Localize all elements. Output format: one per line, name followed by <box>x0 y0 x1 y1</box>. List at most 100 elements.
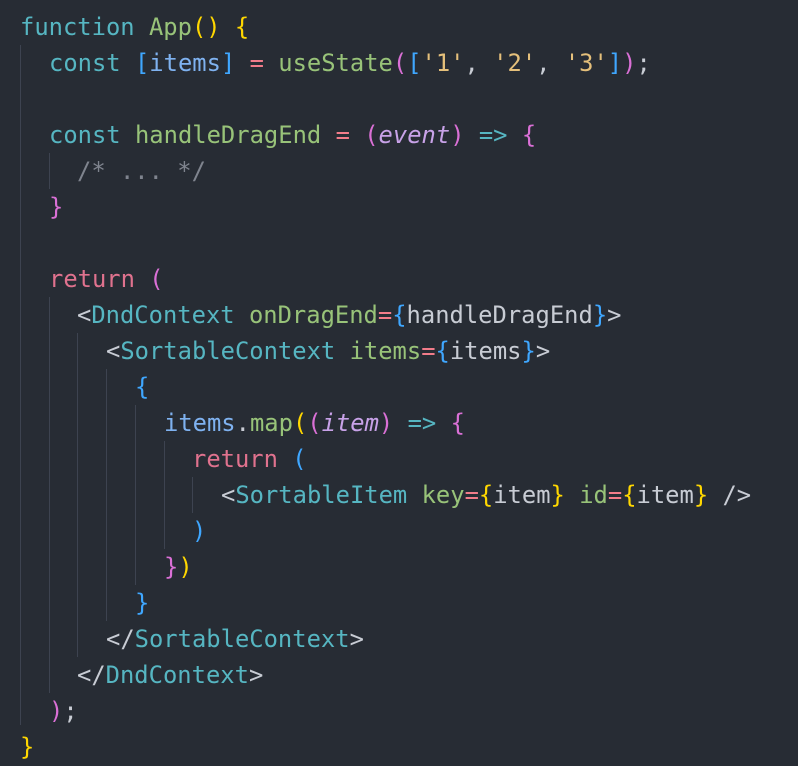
bracket: ] <box>220 49 236 77</box>
paren: () <box>191 13 221 41</box>
paren: ) <box>378 409 394 437</box>
identifier: handleDragEnd <box>134 121 322 149</box>
comment: /* ... */ <box>77 157 206 185</box>
code-line[interactable]: /* ... */ <box>77 153 206 189</box>
code-line[interactable]: }) <box>164 549 193 585</box>
identifier: handleDragEnd <box>406 301 593 329</box>
jsx-tag: DndContext <box>105 661 249 689</box>
comma: , <box>464 49 494 77</box>
semicolon: ; <box>63 697 78 725</box>
jsx-tag: SortableContext <box>120 337 336 365</box>
indent-guide <box>106 369 107 621</box>
tag-bracket: </ <box>106 625 135 653</box>
indent-guide <box>135 405 136 585</box>
operator: = <box>607 481 623 509</box>
keyword: const <box>49 121 121 149</box>
paren: ( <box>307 409 322 437</box>
brace: { <box>135 373 150 401</box>
string-literal: '3' <box>564 49 608 77</box>
code-line[interactable]: <SortableContext items={items}> <box>106 333 550 369</box>
paren: ) <box>450 121 465 149</box>
semicolon: ; <box>636 49 651 77</box>
code-line[interactable]: <SortableItem key={item} id={item} /> <box>221 477 751 513</box>
paren: ( <box>292 445 307 473</box>
code-line[interactable]: ) <box>192 513 206 549</box>
keyword: return <box>192 445 278 473</box>
code-line[interactable]: return ( <box>49 261 164 297</box>
code-line[interactable]: ); <box>49 693 78 729</box>
brace: { <box>234 13 250 41</box>
jsx-tag: SortableItem <box>235 481 408 509</box>
brace: } <box>550 481 565 509</box>
tag-bracket: < <box>106 337 121 365</box>
code-line[interactable]: function App() { <box>20 9 249 45</box>
string-literal: '1' <box>421 49 465 77</box>
identifier: items <box>149 49 221 77</box>
operator: = <box>335 121 350 149</box>
method-call: map <box>249 409 293 437</box>
paren: ) <box>49 697 64 725</box>
operator: = <box>421 337 436 365</box>
paren: ) <box>622 49 637 77</box>
code-line[interactable]: const handleDragEnd = (event) => { <box>49 117 536 153</box>
code-editor[interactable]: function App() { const [ items] = useStat… <box>0 0 798 766</box>
tag-bracket: /> <box>722 481 752 509</box>
brace: { <box>622 481 637 509</box>
code-line[interactable]: </SortableContext> <box>106 621 364 657</box>
jsx-attribute: items <box>349 337 422 365</box>
code-line[interactable]: return ( <box>192 441 307 477</box>
jsx-tag: SortableContext <box>134 625 350 653</box>
tag-bracket: > <box>349 625 364 653</box>
paren: ( <box>292 409 308 437</box>
arrow: => <box>478 121 508 149</box>
brace: { <box>521 121 537 149</box>
indent-guide <box>20 45 21 725</box>
tag-bracket: < <box>221 481 236 509</box>
jsx-attribute: onDragEnd <box>248 301 378 329</box>
code-line[interactable]: { <box>135 369 149 405</box>
bracket: [ <box>407 49 422 77</box>
brace: { <box>450 409 465 437</box>
code-line[interactable]: <DndContext onDragEnd={handleDragEnd}> <box>77 297 621 333</box>
tag-bracket: > <box>607 301 622 329</box>
keyword: return <box>49 265 135 293</box>
indent-guide <box>77 333 78 657</box>
code-line[interactable]: } <box>20 729 34 765</box>
identifier: items <box>449 337 522 365</box>
code-line[interactable]: </DndContext> <box>77 657 263 693</box>
jsx-attribute: key <box>421 481 465 509</box>
operator: = <box>464 481 479 509</box>
identifier: item <box>493 481 551 509</box>
keyword: function <box>20 13 135 41</box>
indent-guide <box>164 441 165 549</box>
parameter: event <box>378 121 451 149</box>
tag-bracket: > <box>535 337 551 365</box>
brace: } <box>20 733 35 761</box>
string-literal: '2' <box>493 49 537 77</box>
identifier: item <box>636 481 694 509</box>
code-line[interactable]: items.map((item) => { <box>164 405 465 441</box>
dot: . <box>235 409 250 437</box>
code-line[interactable]: const [items] = useState(['1', '2', '3']… <box>49 45 651 81</box>
parameter: item <box>321 409 379 437</box>
arrow: => <box>407 409 437 437</box>
code-line[interactable]: } <box>49 189 63 225</box>
tag-bracket: </ <box>77 661 106 689</box>
function-call: useState <box>278 49 393 77</box>
comma: , <box>536 49 565 77</box>
paren: ( <box>392 49 408 77</box>
paren: ) <box>178 553 193 581</box>
indent-guide <box>192 477 193 513</box>
tag-bracket: > <box>248 661 264 689</box>
jsx-attribute: id <box>579 481 608 509</box>
brace: } <box>521 337 536 365</box>
keyword: const <box>49 49 121 77</box>
brace: } <box>592 301 608 329</box>
operator: = <box>377 301 393 329</box>
operator: = <box>249 49 264 77</box>
indent-guide <box>49 153 50 189</box>
code-line[interactable]: } <box>135 585 149 621</box>
identifier: items <box>164 409 236 437</box>
jsx-tag: DndContext <box>91 301 235 329</box>
paren: ( <box>364 121 379 149</box>
